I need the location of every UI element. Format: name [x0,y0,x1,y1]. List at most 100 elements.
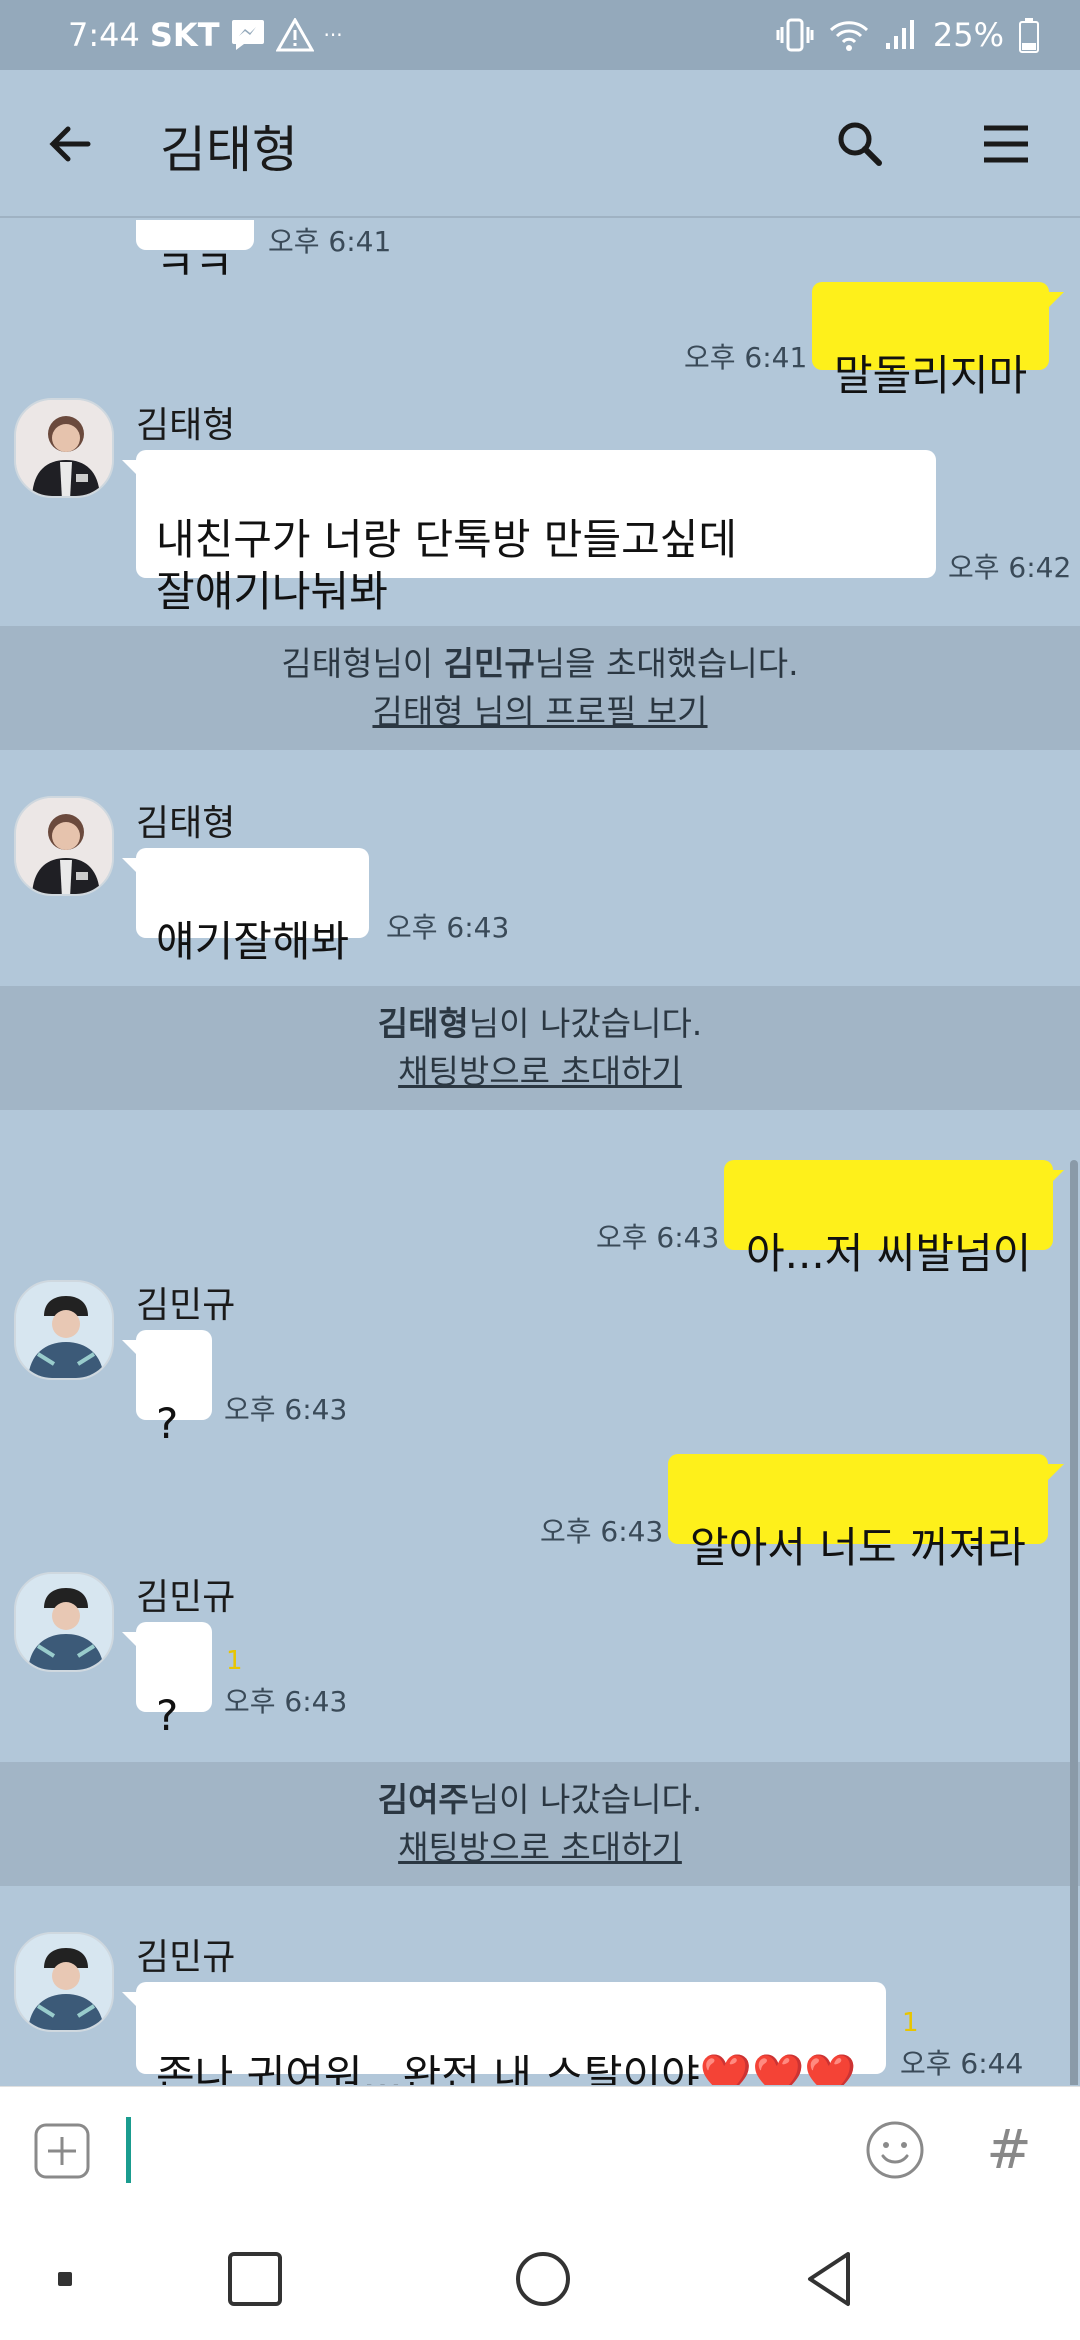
status-bar-right: 25% [775,16,1040,54]
avatar[interactable] [14,1572,114,1672]
back-button[interactable] [40,114,100,174]
avatar[interactable] [14,1932,114,2032]
search-icon [838,122,882,166]
vibrate-icon [775,17,815,53]
notice-suffix: 님이 나갔습니다. [468,1004,703,1043]
sender-name: 김민규 [136,1577,236,1618]
home-button[interactable] [508,2244,578,2314]
notice-text: 김태형님이 나갔습니다. [0,1000,1080,1048]
invite-to-chat-link[interactable]: 채팅방으로 초대하기 [0,1048,1080,1096]
bubble-tail [122,1992,138,2008]
scrollbar[interactable] [1070,1160,1078,2085]
status-bar-left: 7:44 SKT ··· [68,16,343,54]
menu-button[interactable] [976,114,1036,174]
battery-percent: 25% [932,16,1004,54]
avatar[interactable] [14,1280,114,1380]
message-text: ㅋㅋ [156,241,234,290]
message-text: ? [156,1399,179,1448]
message-bubble[interactable]: 내친구가 너랑 단톡방 만들고싶데 잘얘기나눠봐 [136,450,936,616]
search-button[interactable] [830,114,890,174]
bubble-tail [1048,1170,1064,1186]
bubble-tail [122,1632,138,1648]
hamburger-menu-icon [984,125,1028,163]
my-message-bubble[interactable]: 알아서 너도 꺼져라 [668,1454,1048,1572]
message-text: ? [156,1691,179,1740]
status-bar: 7:44 SKT ··· 25% [0,0,1080,70]
sender-name: 김민규 [136,1285,236,1326]
square-icon [228,2252,282,2306]
nav-dot-button[interactable] [30,2244,100,2314]
avatar[interactable] [14,398,114,498]
sender-name: 김태형 [136,405,236,446]
status-carrier: SKT [149,16,220,54]
circle-home-icon [516,2252,570,2306]
chat-message-list[interactable]: ㅋㅋ 오후 6:41 오후 6:41 말돌리지마 김태형 내친구가 너랑 단톡방… [0,220,1080,2085]
profile-photo-icon [16,1574,112,1670]
system-notice: 김태형님이 나갔습니다. 채팅방으로 초대하기 [0,986,1080,1110]
message-text: 존나 귀여워...완전 내 스탈이야❤️❤️❤️ [156,2051,857,2085]
messenger-notification-icon [230,18,266,52]
message-text: 얘기잘해봐 [156,917,350,966]
message-bubble[interactable]: ㅋㅋ [136,220,254,290]
arrow-left-icon [49,126,91,162]
unread-count: 1 [226,1646,243,1676]
profile-photo-icon [16,1934,112,2030]
message-bubble[interactable]: 얘기잘해봐 [136,848,370,966]
message-time: 오후 6:41 [268,225,392,258]
message-time: 오후 6:43 [386,911,510,944]
bubble-tail [122,1340,138,1356]
my-message-bubble[interactable]: 아...저 씨발넘이 [724,1160,1054,1278]
profile-photo-icon [16,798,112,894]
notice-text: 김여주님이 나갔습니다. [0,1776,1080,1824]
notice-name: 김태형 [377,1004,469,1043]
notice-name: 김여주 [377,1780,469,1819]
notice-suffix: 님이 나갔습니다. [468,1780,703,1819]
smiley-icon [866,2121,924,2179]
system-navigation-bar [0,2214,1080,2340]
wifi-icon [829,18,869,52]
triangle-back-icon [808,2252,850,2306]
view-profile-link[interactable]: 김태형 님의 프로필 보기 [0,688,1080,736]
back-nav-button[interactable] [796,2244,866,2314]
avatar[interactable] [14,796,114,896]
message-bubble[interactable]: ? [136,1622,212,1740]
hashtag-search-button[interactable]: # [984,2117,1034,2183]
notice-suffix: 님을 초대했습니다. [534,644,799,683]
message-text: 내친구가 너랑 단톡방 만들고싶데 잘얘기나눠봐 [156,515,738,616]
profile-photo-icon [16,1282,112,1378]
bubble-tail [1048,1464,1064,1480]
bubble-tail [1048,292,1064,308]
message-time: 오후 6:43 [540,1515,664,1548]
chat-title: 김태형 [160,121,298,179]
dot-icon [58,2272,72,2286]
notice-text: 김태형님이 김민규님을 초대했습니다. [0,640,1080,688]
message-bubble[interactable]: ? [136,1330,212,1448]
message-text: 아...저 씨발넘이 [746,1229,1032,1278]
message-time: 오후 6:42 [948,551,1072,584]
my-message-bubble[interactable]: 말돌리지마 [812,282,1050,400]
message-time: 오후 6:43 [596,1221,720,1254]
recent-apps-button[interactable] [220,2244,290,2314]
status-more: ··· [323,23,343,47]
message-text: 알아서 너도 꺼져라 [690,1523,1026,1572]
plus-icon [34,2123,90,2179]
signal-icon [883,18,919,52]
invite-to-chat-link[interactable]: 채팅방으로 초대하기 [0,1824,1080,1872]
message-time: 오후 6:41 [684,341,808,374]
bubble-tail [122,858,138,874]
system-notice: 김여주님이 나갔습니다. 채팅방으로 초대하기 [0,1762,1080,1886]
message-text: 말돌리지마 [834,351,1028,400]
message-input[interactable] [126,2117,131,2183]
message-time: 오후 6:44 [900,2047,1024,2080]
attach-button[interactable] [32,2121,92,2181]
bubble-tail [122,460,138,476]
battery-icon [1018,17,1040,53]
sender-name: 김태형 [136,803,236,844]
emoji-button[interactable] [864,2119,926,2181]
status-time: 7:44 [68,16,140,54]
sender-name: 김민규 [136,1937,236,1978]
message-bubble[interactable]: 존나 귀여워...완전 내 스탈이야❤️❤️❤️ [136,1982,886,2085]
message-time: 오후 6:43 [224,1393,348,1426]
profile-photo-icon [16,400,112,496]
system-notice: 김태형님이 김민규님을 초대했습니다. 김태형 님의 프로필 보기 [0,626,1080,750]
